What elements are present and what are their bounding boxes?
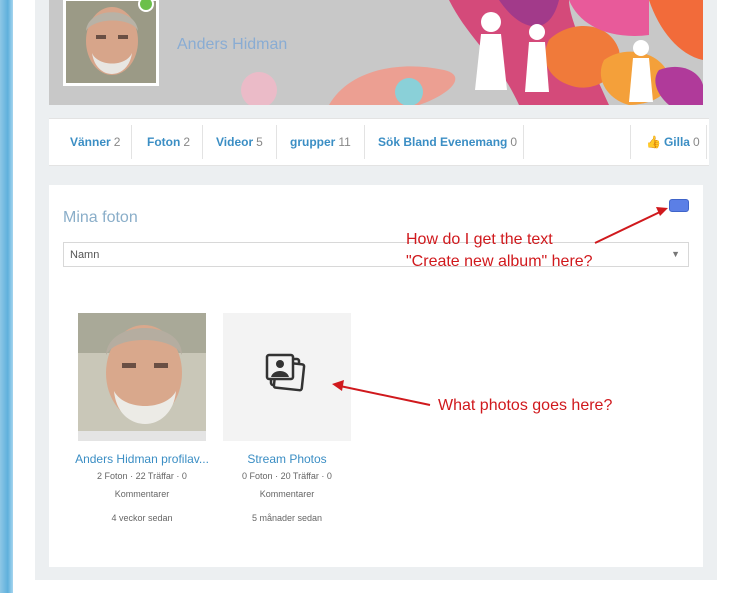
sort-select[interactable]: Namn ▼ bbox=[63, 242, 689, 267]
create-album-button[interactable] bbox=[669, 199, 689, 212]
album-thumbnail[interactable] bbox=[223, 313, 351, 441]
thumbs-up-icon: 👍 bbox=[646, 135, 661, 149]
tab-photos[interactable]: Foton 2 bbox=[147, 119, 190, 165]
album-meta: 2 Foton · 22 Träffar · 0 bbox=[97, 471, 187, 481]
tab-search-events[interactable]: Sök Bland Evenemang 0 bbox=[378, 119, 517, 165]
album-date: 5 månader sedan bbox=[251, 513, 323, 523]
tab-groups[interactable]: grupper 11 bbox=[290, 119, 351, 165]
album-photo-icon bbox=[78, 313, 206, 441]
sort-select-value: Namn bbox=[70, 249, 100, 261]
like-button[interactable]: 👍 Gilla 0 bbox=[646, 119, 700, 165]
window-edge bbox=[0, 0, 13, 593]
profile-name[interactable]: Anders Hidman bbox=[177, 36, 287, 54]
album-name-link[interactable]: Stream Photos bbox=[215, 452, 359, 466]
profile-tabs-bar: Vänner 2 Foton 2 Videor 5 grupper 11 Sök Bla… bbox=[49, 118, 709, 166]
section-title: Mina foton bbox=[63, 209, 138, 226]
annotation-line: "Create new album" here? bbox=[406, 253, 593, 270]
photo-stack-icon bbox=[265, 353, 306, 392]
profile-avatar[interactable] bbox=[63, 0, 159, 86]
album-meta: 0 Foton · 20 Träffar · 0 bbox=[242, 471, 332, 481]
tab-videos[interactable]: Videor 5 bbox=[216, 119, 263, 165]
annotation-create-album: How do I get the text "Create new album"… bbox=[406, 229, 593, 273]
avatar-face-icon bbox=[66, 1, 156, 83]
chevron-down-icon: ▼ bbox=[671, 249, 680, 259]
album-date: 4 veckor sedan bbox=[111, 513, 173, 523]
album-meta: Kommentarer bbox=[114, 489, 170, 499]
tab-friends[interactable]: Vänner 2 bbox=[70, 119, 120, 165]
annotation-stream-photos: What photos goes here? bbox=[438, 397, 613, 414]
album-thumbnail[interactable] bbox=[78, 313, 206, 441]
album-name-link[interactable]: Anders Hidman profilav... bbox=[70, 452, 214, 466]
album-meta: Kommentarer bbox=[259, 489, 315, 499]
annotation-line: How do I get the text bbox=[406, 231, 553, 248]
